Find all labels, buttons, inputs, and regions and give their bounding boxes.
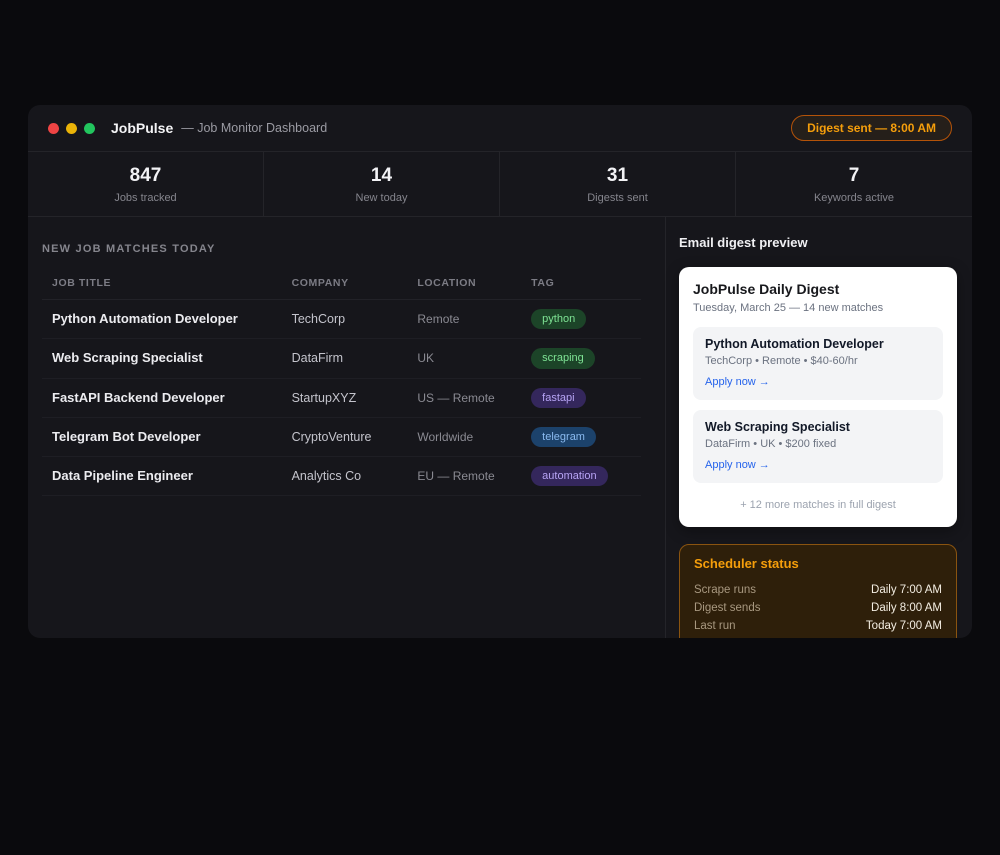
job-company: StartupXYZ: [291, 390, 357, 405]
titlebar: JobPulse — Job Monitor Dashboard Digest …: [28, 105, 972, 152]
scheduler-row-status: Status Running: [694, 635, 942, 638]
stat-keywords-active: 7 Keywords active: [736, 152, 972, 216]
apply-now-link[interactable]: Apply now →: [705, 459, 770, 471]
table-row[interactable]: Data Pipeline Engineer Analytics Co EU —…: [42, 456, 641, 497]
table-row[interactable]: Web Scraping Specialist DataFirm UK scra…: [42, 338, 641, 379]
stat-digests-sent: 31 Digests sent: [500, 152, 736, 216]
column-header-tag: TAG: [521, 269, 641, 300]
job-company: TechCorp: [291, 312, 346, 327]
stat-new-today: 14 New today: [264, 152, 500, 216]
job-company: CryptoVenture: [291, 430, 372, 445]
right-panel: Email digest preview JobPulse Daily Dige…: [665, 217, 972, 638]
job-title: Web Scraping Specialist: [52, 350, 203, 366]
job-location: US — Remote: [417, 390, 495, 405]
digest-item: Web Scraping Specialist DataFirm • UK • …: [693, 410, 943, 483]
scheduler-label: Scrape runs: [694, 584, 757, 596]
scheduler-row-scrape-runs: Scrape runs Daily 7:00 AM: [694, 581, 942, 599]
job-title: FastAPI Backend Developer: [52, 389, 225, 405]
job-tag: python: [531, 309, 587, 330]
maximize-window-icon[interactable]: [84, 122, 95, 134]
table-row[interactable]: FastAPI Backend Developer StartupXYZ US …: [42, 378, 641, 418]
digest-item: Python Automation Developer TechCorp • R…: [693, 327, 943, 400]
stat-value: 7: [848, 164, 860, 186]
scheduler-row-last-run: Last run Today 7:00 AM: [694, 617, 942, 635]
close-window-icon[interactable]: [48, 122, 59, 134]
stat-label: New today: [355, 191, 408, 204]
column-header-company: COMPANY: [281, 269, 408, 300]
scheduler-row-digest-sends: Digest sends Daily 8:00 AM: [694, 599, 942, 617]
digest-preview-heading: Email digest preview: [679, 235, 808, 250]
stat-label: Keywords active: [813, 191, 895, 204]
scheduler-label: Digest sends: [694, 602, 761, 614]
job-company: Analytics Co: [291, 469, 362, 484]
app-name: JobPulse: [111, 120, 174, 136]
scheduler-status-card: Scheduler status Scrape runs Daily 7:00 …: [679, 544, 957, 638]
scheduler-title: Scheduler status: [694, 556, 799, 571]
app-window: JobPulse — Job Monitor Dashboard Digest …: [28, 105, 972, 638]
column-header-location: LOCATION: [407, 269, 522, 300]
job-matches-table: JOB TITLE COMPANY LOCATION TAG Python Au…: [42, 269, 641, 497]
job-title: Telegram Bot Developer: [52, 429, 201, 445]
scheduler-value: Daily 7:00 AM: [871, 584, 942, 596]
scheduler-value: Daily 8:00 AM: [871, 602, 942, 614]
job-location: EU — Remote: [417, 469, 495, 484]
app-subtitle: — Job Monitor Dashboard: [181, 121, 328, 135]
scheduler-value: Today 7:00 AM: [865, 620, 942, 632]
digest-card-subtitle: Tuesday, March 25 — 14 new matches: [693, 302, 884, 314]
digest-item-title: Web Scraping Specialist: [705, 420, 850, 434]
job-title: Data Pipeline Engineer: [52, 468, 193, 484]
section-title: NEW JOB MATCHES TODAY: [42, 243, 216, 255]
job-location: Worldwide: [417, 430, 474, 445]
stat-label: Digests sent: [587, 191, 648, 204]
job-title: Python Automation Developer: [52, 311, 238, 327]
table-header-row: JOB TITLE COMPANY LOCATION TAG: [42, 269, 641, 300]
table-row[interactable]: Telegram Bot Developer CryptoVenture Wor…: [42, 417, 641, 458]
job-tag: telegram: [531, 426, 596, 448]
digest-card-title: JobPulse Daily Digest: [693, 281, 840, 297]
content-area: NEW JOB MATCHES TODAY JOB TITLE COMPANY …: [28, 217, 972, 638]
job-tag: scraping: [531, 348, 595, 369]
column-header-job-title: JOB TITLE: [42, 269, 282, 300]
stat-value: 847: [129, 164, 162, 186]
job-location: Remote: [417, 312, 460, 327]
scheduler-label: Last run: [694, 620, 736, 632]
stats-bar: 847 Jobs tracked 14 New today 31 Digests…: [28, 152, 972, 217]
digest-item-meta: TechCorp • Remote • $40-60/hr: [705, 355, 858, 367]
job-tag: fastapi: [531, 387, 586, 408]
apply-now-link[interactable]: Apply now →: [705, 376, 770, 388]
table-row[interactable]: Python Automation Developer TechCorp Rem…: [42, 299, 641, 340]
job-location: UK: [417, 351, 435, 366]
digest-item-title: Python Automation Developer: [705, 337, 884, 351]
job-tag: automation: [531, 466, 608, 487]
digest-sent-badge: Digest sent — 8:00 AM: [791, 115, 952, 141]
email-digest-card: JobPulse Daily Digest Tuesday, March 25 …: [679, 267, 957, 527]
stat-jobs-tracked: 847 Jobs tracked: [28, 152, 264, 216]
stat-value: 31: [606, 164, 629, 186]
window-controls: [48, 122, 95, 134]
minimize-window-icon[interactable]: [66, 122, 77, 134]
stat-label: Jobs tracked: [114, 191, 177, 204]
job-matches-section: NEW JOB MATCHES TODAY JOB TITLE COMPANY …: [28, 217, 665, 638]
digest-item-meta: DataFirm • UK • $200 fixed: [705, 438, 837, 450]
digest-more-matches-note: + 12 more matches in full digest: [740, 499, 896, 511]
job-company: DataFirm: [291, 351, 343, 366]
stat-value: 14: [370, 164, 393, 186]
